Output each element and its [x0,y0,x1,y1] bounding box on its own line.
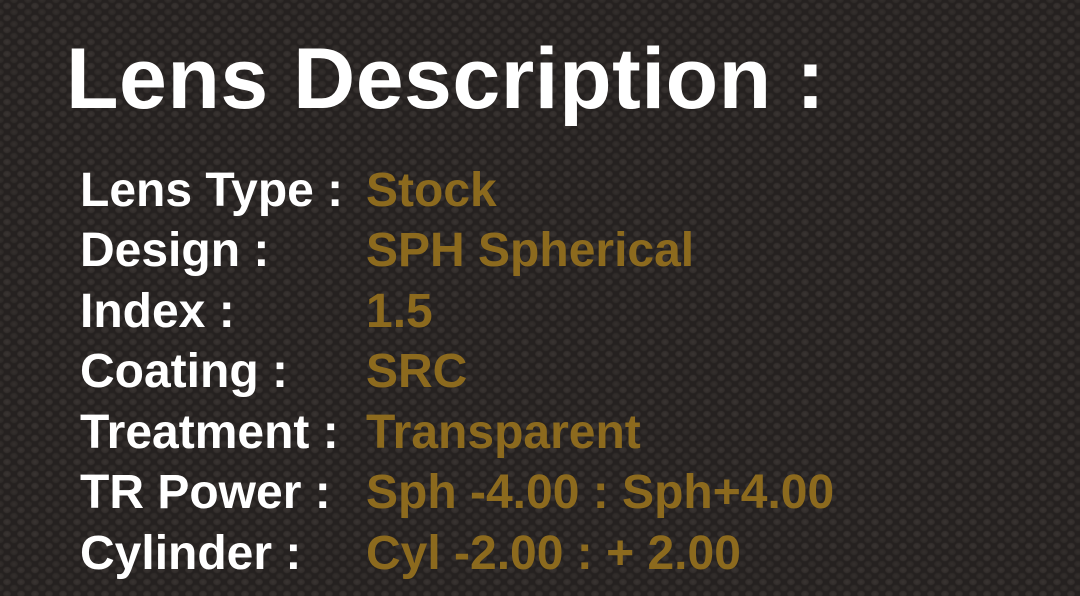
spec-row-cylinder: Cylinder : Cyl -2.00 : + 2.00 [80,523,834,584]
spec-label: Treatment : [80,405,339,459]
spec-row-lens-type: Lens Type : Stock [80,160,834,221]
spec-value: Sph -4.00 : Sph+4.00 [366,466,835,520]
spec-value: Transparent [366,405,641,459]
spec-list: Lens Type : Stock Design : SPH Spherical… [80,160,834,584]
spec-row-coating: Coating : SRC [80,342,834,403]
spec-value: Cyl -2.00 : + 2.00 [366,526,741,580]
page-title: Lens Description : [66,31,826,127]
spec-row-treatment: Treatment : Transparent [80,402,834,463]
spec-label: Index : [80,284,235,338]
spec-value: SPH Spherical [366,224,695,278]
spec-value: Stock [366,163,497,217]
spec-value: SRC [366,345,468,399]
spec-label: Cylinder : [80,526,302,580]
spec-label: Design : [80,224,270,278]
lens-description-panel: Lens Description : Lens Type : Stock Des… [0,0,1080,596]
spec-label: Lens Type : [80,163,344,217]
spec-row-tr-power: TR Power : Sph -4.00 : Sph+4.00 [80,463,834,524]
spec-label: Coating : [80,345,288,399]
spec-row-design: Design : SPH Spherical [80,221,834,282]
spec-row-index: Index : 1.5 [80,281,834,342]
spec-value: 1.5 [366,284,433,338]
spec-label: TR Power : [80,466,331,520]
